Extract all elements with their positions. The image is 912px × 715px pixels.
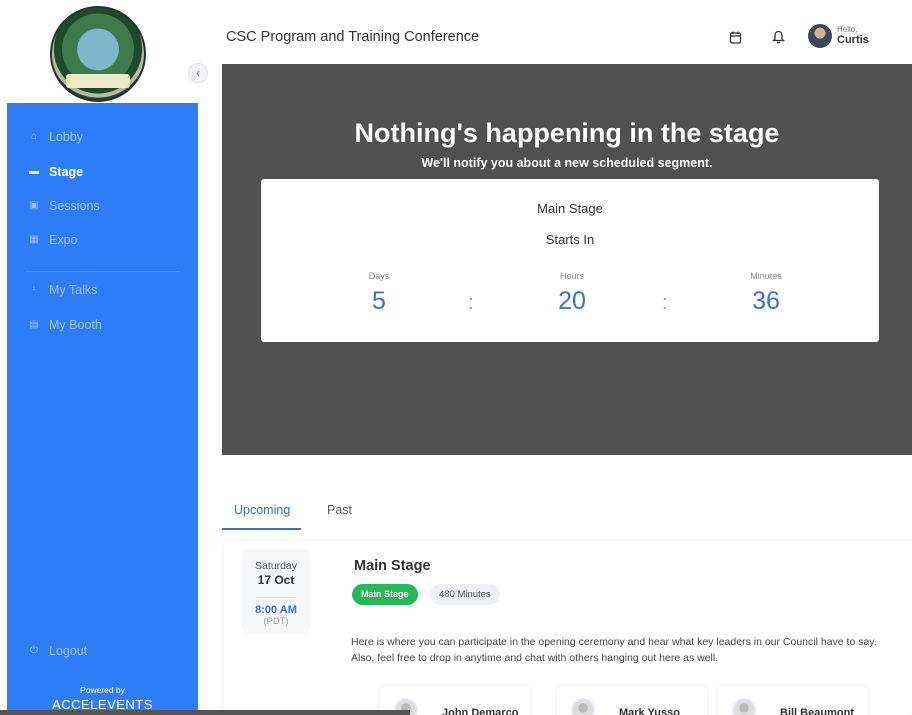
sidebar-item-label: Expo: [49, 233, 78, 247]
powered-by-text: Powered by: [80, 685, 125, 695]
event-title: CSC Program and Training Conference: [226, 29, 480, 45]
session-description: Here is where you can participate in the…: [351, 636, 877, 664]
session-title[interactable]: Main Stage: [354, 558, 431, 574]
speaker-card[interactable]: Bill Beaumont: [718, 686, 868, 715]
user-name[interactable]: Curtis: [837, 34, 869, 46]
session-time: 8:00 AM: [255, 604, 297, 616]
speaker-avatar: [571, 698, 595, 715]
sidebar-item-lobby[interactable]: ⌂ Lobby: [29, 127, 83, 147]
speaker-name: Mark Yusso: [619, 707, 680, 715]
countdown-separator: :: [468, 292, 474, 314]
sidebar-item-label: Sessions: [49, 199, 100, 213]
schedule-tabs: Upcoming Past: [222, 495, 912, 531]
countdown-stage-name: Main Stage: [537, 201, 603, 216]
speaker-name: Bill Beaumont: [780, 707, 854, 715]
sidebar-item-label: Stage: [49, 165, 84, 179]
track-badge: Main Stage: [352, 584, 418, 605]
sidebar-item-stage[interactable]: ▬ Stage: [29, 162, 83, 182]
countdown-minutes: Minutes 36: [726, 271, 806, 316]
booth-icon: ▤: [29, 319, 39, 330]
hours-label: Hours: [559, 271, 584, 281]
grid-icon: ▦: [29, 234, 39, 245]
active-tab-indicator: [222, 528, 301, 530]
horizontal-scrollbar[interactable]: [0, 710, 410, 715]
days-label: Days: [368, 271, 390, 281]
logo-area: [0, 0, 200, 103]
sidebar-item-label: My Talks: [49, 283, 98, 297]
stage-panel: Nothing's happening in the stage We'll n…: [222, 64, 912, 455]
session-timezone: (PDT): [263, 616, 289, 627]
logo-banner: [66, 74, 130, 88]
countdown-hours: Hours 20: [532, 271, 612, 316]
top-header: CSC Program and Training Conference Hell…: [200, 0, 912, 68]
stage-subtitle: We'll notify you about a new scheduled s…: [421, 156, 713, 170]
calendar-icon: [729, 31, 741, 44]
minutes-value: 36: [752, 287, 780, 315]
collapse-sidebar-button[interactable]: ‹: [188, 63, 208, 83]
home-icon: ⌂: [30, 131, 38, 142]
hours-value: 20: [558, 287, 586, 315]
session-date: 17 Oct: [257, 573, 295, 587]
countdown-separator: :: [662, 292, 668, 314]
countdown-days: Days 5: [339, 271, 419, 316]
logout-label: Logout: [49, 644, 88, 658]
power-icon: ⏻: [30, 645, 38, 656]
session-weekday: Saturday: [254, 560, 298, 572]
minutes-label: Minutes: [750, 271, 782, 281]
calendar-button[interactable]: [720, 23, 750, 51]
chevron-left-icon: ‹: [196, 66, 200, 80]
nav-divider: [25, 271, 180, 272]
speaker-avatar: [732, 698, 756, 715]
sidebar: ‹ ⌂ Lobby ▬ Stage ▣ Sessions ▦ Expo ♮ My…: [0, 0, 208, 715]
sidebar-item-expo[interactable]: ▦ Expo: [29, 230, 78, 250]
sidebar-item-label: My Booth: [49, 318, 102, 332]
sidebar-item-my-talks[interactable]: ♮ My Talks: [29, 280, 97, 300]
sidebar-item-my-booth[interactable]: ▤ My Booth: [29, 315, 102, 335]
tab-past[interactable]: Past: [327, 503, 352, 517]
duration-badge: 480 Minutes: [430, 584, 500, 605]
days-value: 5: [372, 287, 386, 315]
sidebar-item-sessions[interactable]: ▣ Sessions: [29, 196, 100, 216]
date-divider: [256, 597, 296, 598]
user-avatar[interactable]: [808, 24, 832, 48]
event-logo[interactable]: [50, 6, 146, 102]
notifications-button[interactable]: [763, 23, 793, 51]
sidebar-item-label: Lobby: [49, 130, 84, 144]
session-card[interactable]: Saturday 17 Oct 8:00 AM (PDT) Main Stage…: [224, 541, 912, 715]
countdown-card: Main Stage Starts In Days 5 : Hours 20 :…: [261, 179, 879, 342]
bell-icon: [771, 30, 785, 44]
stage-icon: ▬: [29, 166, 39, 177]
calendar-icon: ▣: [29, 200, 39, 211]
countdown-starts-in: Starts In: [545, 232, 595, 247]
greeting-text: Hello,: [837, 25, 858, 34]
stage-title: Nothing's happening in the stage: [354, 118, 780, 148]
tab-upcoming[interactable]: Upcoming: [234, 503, 290, 517]
logout-button[interactable]: ⏻ Logout: [29, 641, 87, 661]
microphone-icon: ♮: [32, 284, 36, 295]
speaker-name: John Demarco: [442, 707, 519, 715]
sidebar-nav: ⌂ Lobby ▬ Stage ▣ Sessions ▦ Expo ♮ My T…: [7, 103, 198, 715]
speaker-card[interactable]: Mark Yusso: [557, 686, 707, 715]
session-date-box: Saturday 17 Oct 8:00 AM (PDT): [242, 549, 310, 633]
